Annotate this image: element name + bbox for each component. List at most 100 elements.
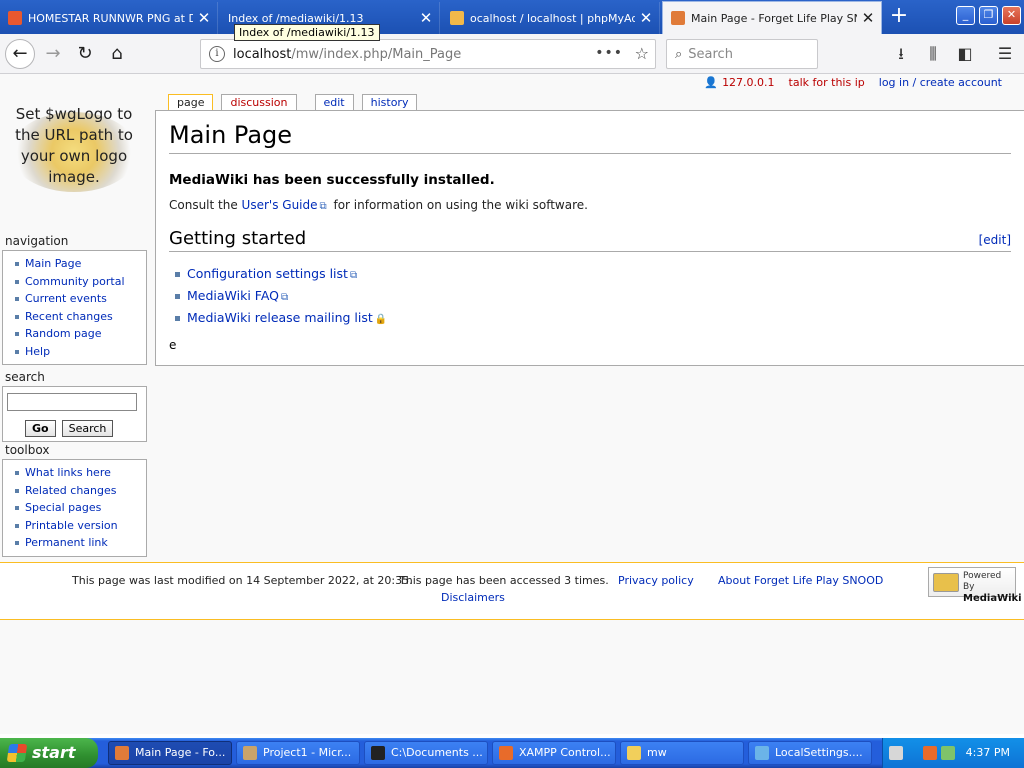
xampp-favicon-icon: [671, 11, 685, 25]
browser-tab-phpmyadmin[interactable]: ocalhost / localhost | phpMyAdm ✕: [442, 2, 660, 34]
wiki-search-input[interactable]: [7, 393, 137, 411]
start-button[interactable]: start: [0, 738, 98, 768]
search-button[interactable]: Search: [61, 420, 114, 437]
site-info-icon[interactable]: i: [209, 46, 225, 62]
home-button[interactable]: ⌂: [102, 39, 132, 69]
network-tray-icon[interactable]: [941, 746, 955, 760]
search-bar[interactable]: ⌕ Search: [666, 39, 818, 69]
library-icon[interactable]: ⫼: [922, 44, 944, 66]
about-link[interactable]: About Forget Life Play SNOOD: [718, 574, 883, 587]
task-localsettings[interactable]: LocalSettings....: [748, 741, 872, 765]
new-tab-button[interactable]: +: [886, 4, 912, 30]
wiki-footer: This page was last modified on 14 Septem…: [0, 562, 1024, 620]
url-path: /mw/index.php/Main_Page: [291, 46, 462, 62]
mediawiki-faq-link[interactable]: MediaWiki FAQ: [187, 288, 279, 303]
mailing-list-link[interactable]: MediaWiki release mailing list: [187, 310, 373, 325]
powered-by-mediawiki-badge[interactable]: Powered By MediaWiki: [928, 567, 1022, 604]
personal-tools: 👤 127.0.0.1 talk for this ip log in / cre…: [704, 76, 1002, 89]
restore-window-button[interactable]: ❐: [979, 6, 998, 25]
phpmyadmin-favicon-icon: [450, 11, 464, 25]
tool-what-links-here[interactable]: What links here: [13, 464, 146, 482]
content-tabs: page discussion edit history: [168, 94, 425, 110]
config-settings-link[interactable]: Configuration settings list: [187, 266, 348, 281]
tool-permanent-link[interactable]: Permanent link: [13, 534, 146, 552]
menu-icon[interactable]: ☰: [994, 44, 1016, 66]
privacy-policy-link[interactable]: Privacy policy: [618, 574, 694, 587]
tab-title: Index of /mediawiki/1.13: [228, 11, 364, 25]
tool-special-pages[interactable]: Special pages: [13, 499, 146, 517]
close-tab-icon[interactable]: ✕: [197, 9, 211, 27]
nav-main-page[interactable]: Main Page: [13, 255, 146, 273]
tab-discussion[interactable]: discussion: [221, 94, 297, 110]
user-icon: 👤: [704, 76, 719, 89]
talk-link[interactable]: talk for this ip: [789, 76, 865, 89]
xampp-icon: [499, 746, 513, 760]
task-project1[interactable]: Project1 - Micr...: [236, 741, 360, 765]
search-placeholder: Search: [688, 46, 733, 62]
homestar-favicon-icon: [8, 11, 22, 25]
task-xampp[interactable]: XAMPP Control...: [492, 741, 616, 765]
users-guide-link[interactable]: User's Guide: [242, 198, 318, 212]
tab-history[interactable]: history: [361, 94, 418, 110]
url-bar[interactable]: i localhost/mw/index.php/Main_Page ••• ☆: [200, 39, 656, 69]
tab-edit[interactable]: edit: [314, 94, 354, 110]
page-actions-icon[interactable]: •••: [595, 45, 623, 61]
browser-tab-strip: HOMESTAR RUNNWR PNG at Du ✕ Index of /me…: [0, 0, 1024, 34]
tab-page[interactable]: page: [168, 94, 214, 110]
forward-button[interactable]: →: [38, 39, 68, 69]
sidebar-icon[interactable]: ◧: [954, 44, 976, 66]
mediawiki-text: MediaWiki: [963, 593, 1022, 604]
nav-community-portal[interactable]: Community portal: [13, 273, 146, 291]
nav-recent-changes[interactable]: Recent changes: [13, 308, 146, 326]
list-item[interactable]: Configuration settings list ⧉: [173, 264, 1011, 286]
getting-started-heading: Getting started [edit]: [169, 228, 1011, 252]
content-area: Main Page MediaWiki has been successfull…: [155, 110, 1024, 366]
nav-current-events[interactable]: Current events: [13, 290, 146, 308]
close-tab-icon[interactable]: ✕: [419, 9, 433, 27]
close-tab-icon[interactable]: ✕: [861, 9, 875, 27]
nav-random-page[interactable]: Random page: [13, 325, 146, 343]
consult-suffix: for information on using the wiki softwa…: [329, 198, 588, 212]
section-edit-link[interactable]: [edit]: [979, 233, 1011, 247]
page-title: Main Page: [169, 121, 1011, 154]
list-item[interactable]: MediaWiki FAQ ⧉: [173, 286, 1011, 308]
tab-title: HOMESTAR RUNNWR PNG at Du: [28, 11, 193, 25]
browser-tab-homestar[interactable]: HOMESTAR RUNNWR PNG at Du ✕: [0, 2, 218, 34]
tool-related-changes[interactable]: Related changes: [13, 482, 146, 500]
consult-paragraph: Consult the User's Guide ⧉ for informatio…: [169, 198, 1011, 212]
task-mw-folder[interactable]: mw: [620, 741, 744, 765]
windows-flag-icon: [6, 744, 28, 762]
task-label: mw: [647, 746, 667, 759]
tool-printable-version[interactable]: Printable version: [13, 517, 146, 535]
back-button[interactable]: ←: [5, 39, 35, 69]
go-button[interactable]: Go: [25, 420, 56, 437]
list-item[interactable]: MediaWiki release mailing list 🔒: [173, 308, 1011, 330]
task-label: C:\Documents ...: [391, 746, 483, 759]
keyboard-icon[interactable]: [889, 746, 903, 760]
wiki-logo[interactable]: Set $wgLogo to the URL path to your own …: [6, 98, 142, 234]
ip-link[interactable]: 127.0.0.1: [722, 76, 774, 89]
nav-help[interactable]: Help: [13, 343, 146, 361]
notepad-icon: [755, 746, 769, 760]
navigation-heading: navigation: [5, 234, 69, 248]
task-main-page[interactable]: Main Page - Fo...: [108, 741, 232, 765]
search-heading: search: [5, 370, 45, 384]
xampp-tray-icon[interactable]: [923, 746, 937, 760]
close-tab-icon[interactable]: ✕: [639, 9, 653, 27]
close-window-button[interactable]: ✕: [1002, 6, 1021, 25]
task-documents[interactable]: C:\Documents ...: [364, 741, 488, 765]
tab-title: ocalhost / localhost | phpMyAdm: [470, 11, 635, 25]
browser-tab-main-page[interactable]: Main Page - Forget Life Play SNO ✕: [662, 1, 882, 34]
minimize-window-button[interactable]: _: [956, 6, 975, 25]
task-label: Main Page - Fo...: [135, 746, 226, 759]
ip-user[interactable]: 👤 127.0.0.1: [704, 76, 774, 89]
disclaimers-link[interactable]: Disclaimers: [441, 591, 505, 604]
getting-started-list: Configuration settings list ⧉ MediaWiki F…: [173, 264, 1011, 330]
stray-text: e: [169, 338, 177, 352]
reload-button[interactable]: ↻: [70, 39, 100, 69]
7zip-icon: [371, 746, 385, 760]
bookmark-star-icon[interactable]: ☆: [635, 44, 649, 63]
mediawiki-page: 👤 127.0.0.1 talk for this ip log in / cre…: [0, 74, 1024, 734]
downloads-icon[interactable]: ⭳: [890, 44, 912, 66]
login-link[interactable]: log in / create account: [879, 76, 1002, 89]
